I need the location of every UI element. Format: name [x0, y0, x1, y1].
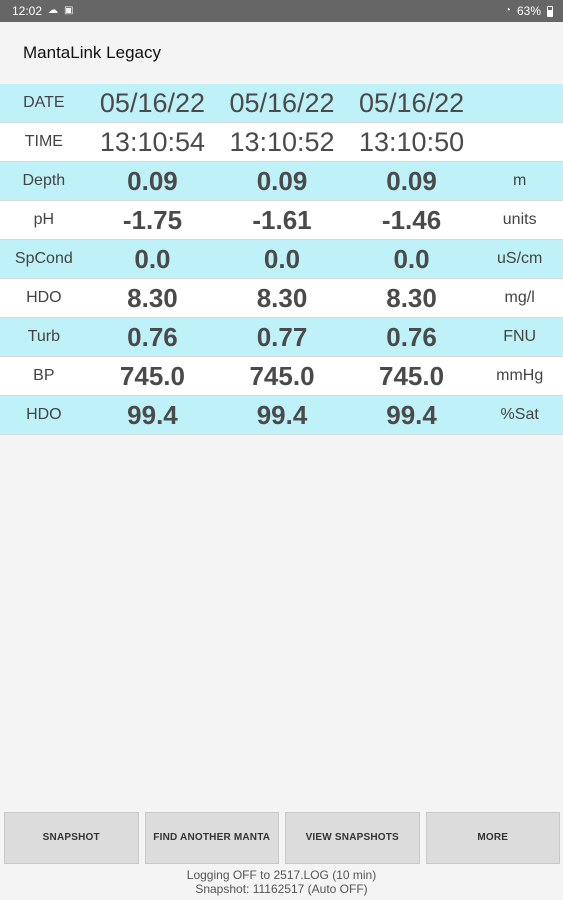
battery-percent: 63%: [516, 4, 541, 18]
value-cell: 0.09: [127, 165, 178, 196]
unit-cell: %Sat: [500, 406, 539, 423]
view-snapshots-button[interactable]: VIEW SNAPSHOTS: [285, 812, 420, 864]
app-bar: MantaLink Legacy: [0, 22, 563, 84]
row-label: BP: [33, 367, 55, 384]
more-button[interactable]: MORE: [425, 812, 560, 864]
value-cell: 99.4: [256, 399, 308, 430]
unit-cell: mg/l: [504, 289, 535, 306]
snapshot-button[interactable]: SNAPSHOT: [4, 812, 139, 864]
value-cell: 0.77: [256, 321, 308, 352]
value-cell: 05/16/22: [359, 87, 465, 118]
value-cell: 99.4: [127, 399, 178, 430]
row-hdo-sat: HDO 99.4 99.4 99.4 %Sat: [0, 396, 563, 435]
value-cell: 745.0: [249, 360, 315, 391]
find-another-manta-button[interactable]: FIND ANOTHER MANTA: [144, 812, 279, 864]
value-cell: 0.76: [127, 321, 178, 352]
value-cell: 99.4: [386, 399, 437, 430]
row-ph: pH -1.75 -1.61 -1.46 units: [0, 201, 563, 240]
row-label: HDO: [26, 406, 62, 423]
row-label: TIME: [24, 133, 63, 150]
row-label: Turb: [27, 328, 60, 345]
battery-icon: [547, 5, 553, 17]
action-bar: SNAPSHOT FIND ANOTHER MANTA VIEW SNAPSHO…: [4, 812, 560, 864]
row-label: Depth: [22, 172, 66, 189]
unit-cell: units: [502, 211, 537, 228]
row-date: DATE 05/16/22 05/16/22 05/16/22: [0, 84, 563, 123]
row-label: HDO: [26, 289, 62, 306]
logging-status: Logging OFF to 2517.LOG (10 min): [186, 868, 377, 882]
row-hdo-mgl: HDO 8.30 8.30 8.30 mg/l: [0, 279, 563, 318]
row-depth: Depth 0.09 0.09 0.09 m: [0, 162, 563, 201]
value-cell: 8.30: [256, 282, 308, 313]
app-title: MantaLink Legacy: [23, 43, 161, 62]
value-cell: 05/16/22: [99, 87, 206, 118]
wifi-icon: ◔: [504, 5, 511, 16]
status-footer: Logging OFF to 2517.LOG (10 min) Snapsho…: [0, 868, 563, 896]
value-cell: 0.09: [386, 165, 437, 196]
value-cell: 13:10:52: [229, 126, 335, 157]
value-cell: 0.0: [134, 243, 171, 274]
value-cell: 13:10:50: [359, 126, 465, 157]
value-cell: 745.0: [379, 360, 445, 391]
value-cell: 8.30: [127, 282, 178, 313]
value-cell: 0.0: [393, 243, 430, 274]
snapshot-status: Snapshot: 11162517 (Auto OFF): [195, 882, 368, 896]
row-bp: BP 745.0 745.0 745.0 mmHg: [0, 357, 563, 396]
value-cell: 745.0: [119, 360, 185, 391]
value-cell: -1.61: [252, 204, 312, 235]
value-cell: 0.0: [263, 243, 301, 274]
value-cell: 8.30: [386, 282, 437, 313]
row-time: TIME 13:10:54 13:10:52 13:10:50: [0, 123, 563, 162]
readings-table: DATE 05/16/22 05/16/22 05/16/22 TIME 13:…: [0, 84, 563, 435]
value-cell: 0.09: [256, 165, 308, 196]
cloud-icon: ☁: [48, 5, 59, 16]
unit-cell: uS/cm: [497, 250, 543, 267]
status-bar: 12:02 ☁ ▣ ◔ 63%: [0, 0, 563, 22]
value-cell: 05/16/22: [229, 87, 335, 118]
unit-cell: m: [513, 172, 527, 189]
value-cell: -1.46: [381, 204, 442, 235]
unit-cell: FNU: [503, 328, 537, 345]
value-cell: 0.76: [386, 321, 437, 352]
row-label: DATE: [23, 94, 65, 111]
row-label: SpCond: [14, 250, 73, 267]
row-turb: Turb 0.76 0.77 0.76 FNU: [0, 318, 563, 357]
row-label: pH: [33, 211, 55, 228]
value-cell: -1.75: [122, 204, 183, 235]
row-spcond: SpCond 0.0 0.0 0.0 uS/cm: [0, 240, 563, 279]
notification-icon: ▣: [64, 5, 74, 16]
unit-cell: mmHg: [496, 367, 544, 384]
value-cell: 13:10:54: [99, 126, 206, 157]
clock: 12:02: [12, 4, 43, 18]
